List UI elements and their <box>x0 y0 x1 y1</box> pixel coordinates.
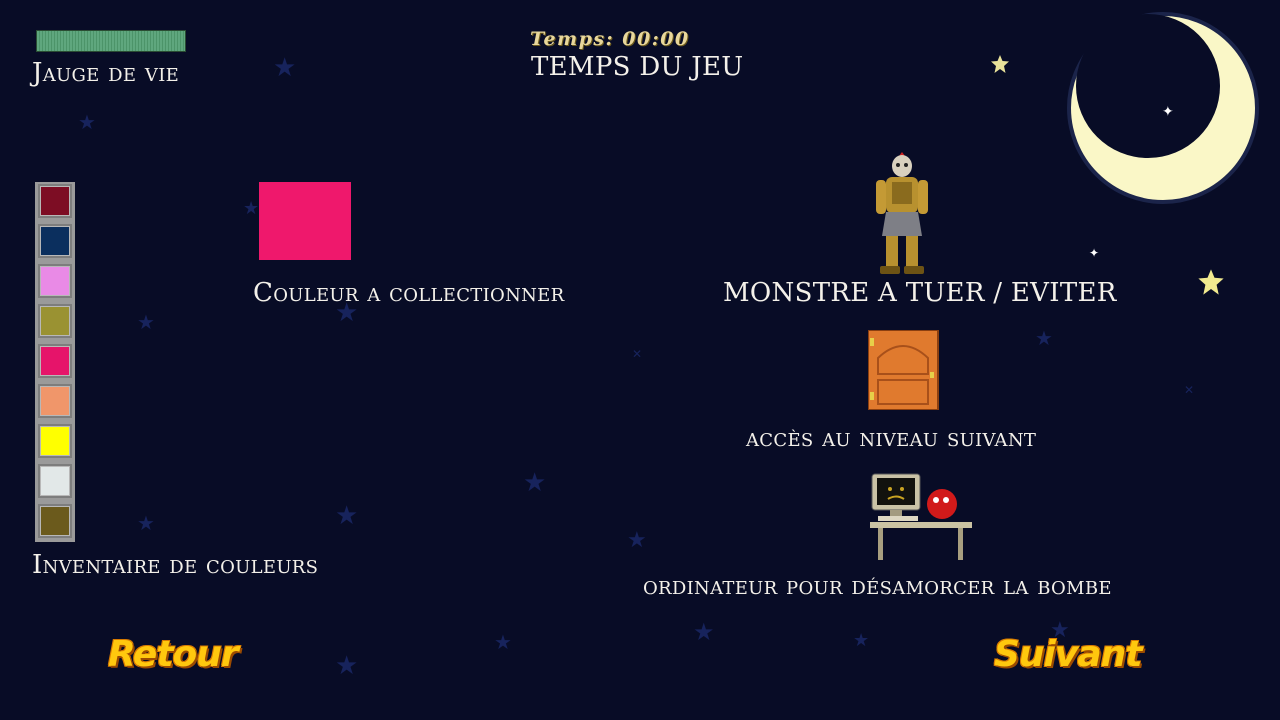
monster-icon <box>876 152 928 274</box>
back-button[interactable]: Retour <box>108 634 239 675</box>
inventory-color-swatch <box>41 187 69 215</box>
collectible-color-swatch <box>259 182 351 260</box>
bg-star-icon: ★ <box>273 53 297 83</box>
bg-star-icon: ★ <box>243 198 260 219</box>
health-bar <box>36 30 186 52</box>
inventory-color-swatch <box>41 427 69 455</box>
inventory-color-swatch <box>41 507 69 535</box>
computer-icon <box>870 473 972 560</box>
bg-star-icon: ★ <box>1035 326 1053 350</box>
inventory-slot <box>38 264 72 298</box>
timer-label: TEMPS DU JEU <box>531 52 744 82</box>
game-timer: Temps: 00:00 <box>530 28 690 50</box>
sparkle-icon: ✦ <box>1162 104 1174 120</box>
bg-star-icon: ★ <box>693 618 715 646</box>
inventory-color-swatch <box>41 227 69 255</box>
health-label: Jauge de vie <box>32 58 180 88</box>
bg-star-icon: ★ <box>335 651 359 681</box>
bg-star-icon: ★ <box>137 511 155 535</box>
bg-star-icon: ✕ <box>632 347 643 361</box>
bg-star-icon: ★ <box>78 110 96 134</box>
inventory-slot <box>38 344 72 378</box>
inventory-color-swatch <box>41 387 69 415</box>
bg-star-icon: ★ <box>627 528 647 553</box>
inventory-slot <box>38 464 72 498</box>
monster-label: MONSTRE A TUER / EVITER <box>723 278 1117 308</box>
inventory-color-swatch <box>41 467 69 495</box>
inventory-color-swatch <box>41 267 69 295</box>
inventory-slot <box>38 424 72 458</box>
door-icon <box>868 330 939 410</box>
bg-star-icon: ★ <box>494 630 512 654</box>
inventory-slot <box>38 224 72 258</box>
bg-star-icon: ★ <box>853 630 870 651</box>
next-button[interactable]: Suivant <box>994 634 1142 675</box>
bg-star-icon: ★ <box>335 501 359 531</box>
bg-star-icon: ★ <box>523 468 547 498</box>
inventory-color-swatch <box>41 347 69 375</box>
bg-star-icon: ★ <box>137 310 155 334</box>
inventory-label: Inventaire de couleurs <box>32 550 319 580</box>
inventory-color-swatch <box>41 307 69 335</box>
color-inventory <box>35 182 75 542</box>
star-icon <box>991 55 1009 73</box>
collectible-color-label: Couleur a collectionner <box>253 278 565 308</box>
inventory-slot <box>38 184 72 218</box>
star-icon <box>1198 269 1224 295</box>
bg-star-icon: ✕ <box>1184 383 1195 397</box>
inventory-slot <box>38 384 72 418</box>
sparkle-icon: ✦ <box>1089 246 1100 260</box>
inventory-slot <box>38 304 72 338</box>
door-label: accès au niveau suivant <box>746 423 1037 453</box>
computer-label: ordinateur pour désamorcer la bombe <box>643 571 1112 601</box>
inventory-slot <box>38 504 72 538</box>
